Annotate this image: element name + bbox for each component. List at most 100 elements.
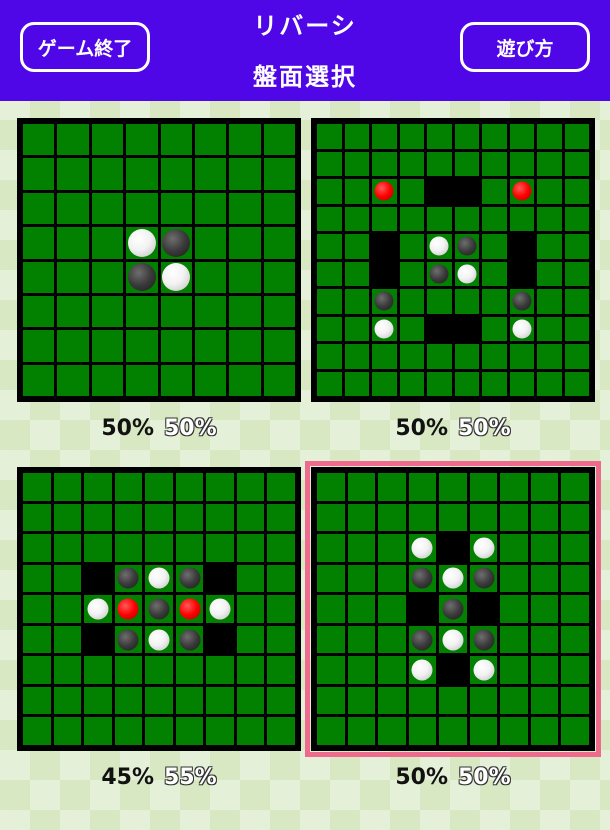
board-square xyxy=(530,686,559,715)
board-square xyxy=(126,364,158,396)
board-square xyxy=(23,227,55,259)
black-disc xyxy=(127,263,156,292)
board-square xyxy=(23,686,51,715)
how-to-play-button[interactable]: 遊び方 xyxy=(460,22,590,72)
board-square xyxy=(469,717,498,745)
board-square xyxy=(91,330,124,362)
board-square xyxy=(399,151,424,176)
black-disc xyxy=(473,629,495,651)
board-option-blocked-10x10[interactable] xyxy=(311,118,595,402)
red-disc xyxy=(374,181,394,201)
board-square xyxy=(57,158,89,190)
board-square xyxy=(439,473,467,501)
board-square xyxy=(482,289,507,314)
white-disc xyxy=(512,319,532,339)
board-ratio-label: 50% 50% xyxy=(17,416,301,441)
board-square xyxy=(317,717,345,745)
board-square xyxy=(267,656,295,684)
board-square xyxy=(427,234,452,259)
white-disc xyxy=(87,598,109,620)
board-square xyxy=(175,595,204,623)
board-square xyxy=(561,473,589,501)
board-square xyxy=(372,316,397,341)
black-percentage: 50% xyxy=(395,765,448,790)
board-square xyxy=(530,564,559,593)
board-square xyxy=(469,503,498,532)
board-square xyxy=(372,289,397,314)
board-square xyxy=(372,206,397,231)
board-square xyxy=(378,625,406,654)
board-square xyxy=(114,595,143,623)
board-square xyxy=(317,316,342,341)
board-square xyxy=(561,503,589,532)
board-square xyxy=(23,534,51,562)
black-percentage: 50% xyxy=(101,416,154,441)
blocked-square xyxy=(439,656,467,684)
board-square xyxy=(126,192,158,225)
board-square xyxy=(399,344,424,369)
board-square xyxy=(530,473,559,501)
board-square xyxy=(408,625,437,654)
board-square xyxy=(160,330,192,362)
board-square xyxy=(23,261,55,293)
board-square xyxy=(427,261,452,286)
board-square xyxy=(84,686,112,715)
board-square xyxy=(57,295,89,328)
board-square xyxy=(114,503,143,532)
board-square xyxy=(500,503,528,532)
board-square xyxy=(561,595,589,623)
board-square xyxy=(454,124,479,149)
board-square xyxy=(537,316,562,341)
board-square xyxy=(454,344,479,369)
board-square xyxy=(229,124,261,156)
board-square xyxy=(378,564,406,593)
board-square xyxy=(530,717,559,745)
board-option-diamond-9x9[interactable] xyxy=(311,467,595,751)
board-square xyxy=(194,124,227,156)
board-square xyxy=(126,295,158,328)
board-square xyxy=(229,192,261,225)
board-square xyxy=(317,625,345,654)
white-disc xyxy=(374,319,394,339)
board-square xyxy=(378,595,406,623)
board-square xyxy=(347,595,376,623)
blocked-square xyxy=(427,316,452,341)
black-percentage: 50% xyxy=(395,416,448,441)
white-disc xyxy=(473,659,495,681)
board-square xyxy=(347,686,376,715)
board-square xyxy=(91,192,124,225)
board-square xyxy=(347,625,376,654)
board-square xyxy=(236,595,265,623)
blocked-square xyxy=(408,595,437,623)
board-square xyxy=(509,206,534,231)
board-square xyxy=(378,717,406,745)
board-square xyxy=(378,503,406,532)
board-square xyxy=(509,124,534,149)
board-square xyxy=(500,625,528,654)
board-square xyxy=(530,595,559,623)
board-square xyxy=(482,234,507,259)
board-square xyxy=(399,206,424,231)
board-square xyxy=(378,686,406,715)
board-square xyxy=(84,595,112,623)
white-disc xyxy=(429,236,449,256)
board-square xyxy=(229,158,261,190)
board-square xyxy=(317,151,342,176)
board-square xyxy=(160,192,192,225)
black-disc xyxy=(473,567,495,589)
board-ratio-label: 50% 50% xyxy=(311,765,595,790)
board-square xyxy=(145,564,173,593)
header-bar: ゲーム終了 リバーシ 盤面選択 遊び方 xyxy=(0,0,610,101)
board-square xyxy=(229,330,261,362)
board-square xyxy=(206,656,234,684)
board-square xyxy=(344,179,369,204)
board-square xyxy=(347,503,376,532)
board-option-standard-8x8[interactable] xyxy=(17,118,301,402)
board-square xyxy=(175,564,204,593)
board-option-cross-9x9[interactable] xyxy=(17,467,301,751)
board-square xyxy=(469,564,498,593)
board-square xyxy=(23,473,51,501)
board-square xyxy=(91,227,124,259)
white-disc xyxy=(148,567,170,589)
white-percentage: 50% xyxy=(164,416,217,441)
